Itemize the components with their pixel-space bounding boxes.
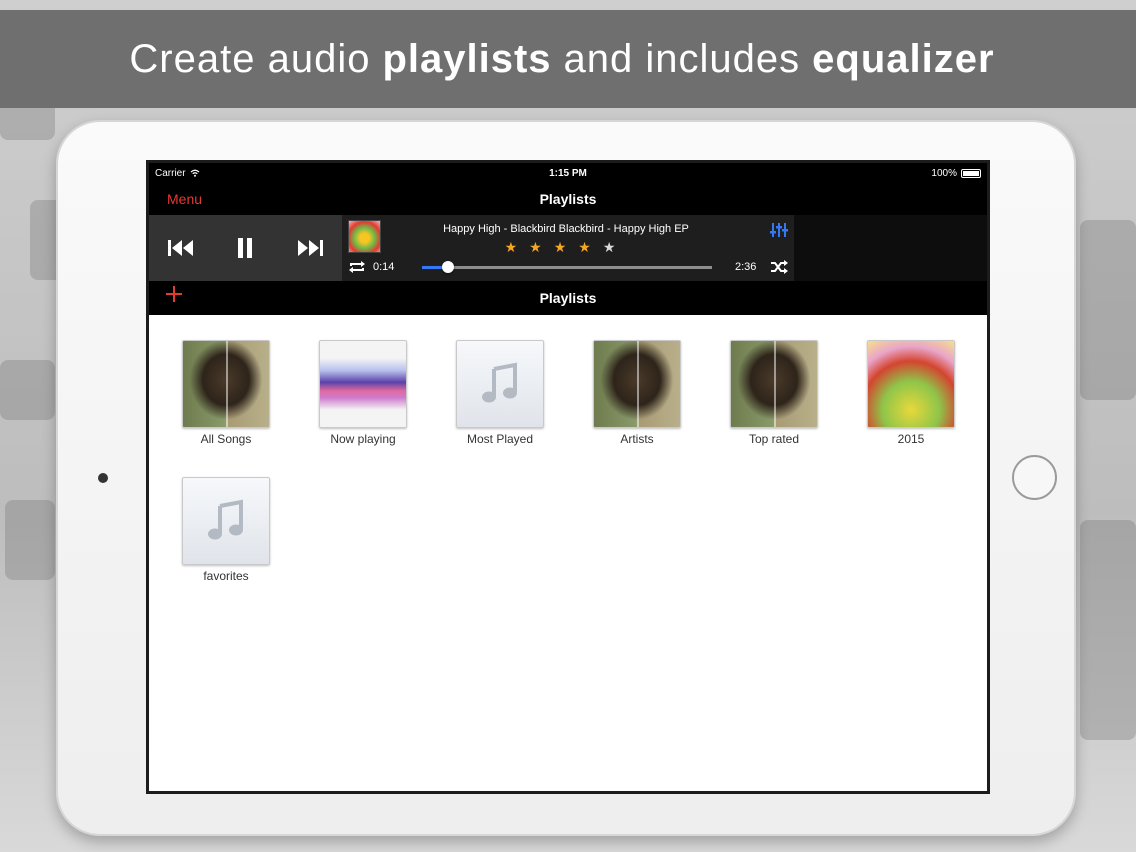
current-time: 0:14 xyxy=(373,261,395,273)
star-1[interactable]: ★ xyxy=(505,239,530,255)
rating-stars[interactable]: ★★★★★ xyxy=(386,239,746,256)
playback-controls xyxy=(149,215,342,281)
playlist-artwork xyxy=(182,477,270,565)
add-playlist-icon xyxy=(166,286,182,302)
star-5[interactable]: ★ xyxy=(603,239,628,255)
playlist-artwork xyxy=(319,340,407,428)
background-square xyxy=(5,500,55,580)
background-square xyxy=(1080,220,1136,400)
playlist-tile[interactable]: Most Played xyxy=(450,340,550,446)
playlist-label: All Songs xyxy=(200,432,252,446)
playlists-title: Playlists xyxy=(539,290,597,306)
status-bar: Carrier 1:15 PM 100% xyxy=(149,163,987,183)
playlist-tile[interactable]: Artists xyxy=(587,340,687,446)
menu-button[interactable]: Menu xyxy=(167,191,202,207)
pause-button[interactable] xyxy=(225,228,265,268)
skip-forward-icon xyxy=(297,240,323,256)
album-art-thumbnail[interactable] xyxy=(348,220,381,253)
playlist-grid: All Songs Now playing Most Played Artist… xyxy=(149,315,987,791)
camera-dot xyxy=(98,473,108,483)
playlist-tile[interactable]: All Songs xyxy=(176,340,276,446)
playlist-label: Top rated xyxy=(748,432,800,446)
pause-icon xyxy=(238,238,253,258)
star-4[interactable]: ★ xyxy=(578,239,603,255)
playlist-tile[interactable]: 2015 xyxy=(861,340,961,446)
nav-bar: Menu Playlists xyxy=(149,183,987,215)
playlist-label: 2015 xyxy=(897,432,925,446)
music-note-icon xyxy=(482,362,517,403)
progress-slider[interactable] xyxy=(422,261,712,273)
playlist-artwork xyxy=(593,340,681,428)
star-3[interactable]: ★ xyxy=(554,239,579,255)
now-playing-panel: Happy High - Blackbird Blackbird - Happy… xyxy=(342,215,794,281)
next-button[interactable] xyxy=(290,228,330,268)
banner-text-1: Create audio xyxy=(129,36,371,81)
battery-icon xyxy=(961,168,981,178)
status-time: 1:15 PM xyxy=(549,167,587,179)
background-square xyxy=(0,360,55,420)
playlist-artwork xyxy=(867,340,955,428)
music-note-icon xyxy=(208,499,243,540)
playlist-tile[interactable]: favorites xyxy=(176,477,276,583)
playlist-label: Most Played xyxy=(466,432,534,446)
page-title: Playlists xyxy=(539,191,597,207)
total-time: 2:36 xyxy=(735,261,757,273)
player-bar: Happy High - Blackbird Blackbird - Happy… xyxy=(149,215,987,281)
previous-button[interactable] xyxy=(161,228,201,268)
playlist-label: Artists xyxy=(620,432,654,446)
banner-text-2: and includes xyxy=(563,36,801,81)
playlists-header: Playlists xyxy=(149,281,987,315)
star-2[interactable]: ★ xyxy=(529,239,554,255)
progress-knob[interactable] xyxy=(442,261,455,273)
promo-banner: Create audio playlists and includes equa… xyxy=(0,10,1136,108)
banner-bold-2: equalizer xyxy=(812,36,995,81)
banner-bold-1: playlists xyxy=(382,36,552,81)
plus-icon[interactable] xyxy=(165,285,183,303)
player-spacer xyxy=(794,215,987,281)
playlist-tile[interactable]: Top rated xyxy=(724,340,824,446)
playlist-artwork xyxy=(182,340,270,428)
repeat-icon[interactable] xyxy=(348,260,366,274)
playlist-artwork xyxy=(730,340,818,428)
skip-back-icon xyxy=(168,240,194,256)
shuffle-icon[interactable] xyxy=(770,260,788,274)
ipad-screen: Carrier 1:15 PM 100% Menu Playlists Happ… xyxy=(146,160,990,794)
track-title: Happy High - Blackbird Blackbird - Happy… xyxy=(443,223,689,235)
playlist-label: Now playing xyxy=(330,432,396,446)
playlist-label: favorites xyxy=(203,569,249,583)
home-button[interactable] xyxy=(1012,455,1057,500)
playlist-tile[interactable]: Now playing xyxy=(313,340,413,446)
background-square xyxy=(1080,520,1136,740)
playlist-artwork xyxy=(456,340,544,428)
equalizer-icon[interactable] xyxy=(770,222,788,238)
